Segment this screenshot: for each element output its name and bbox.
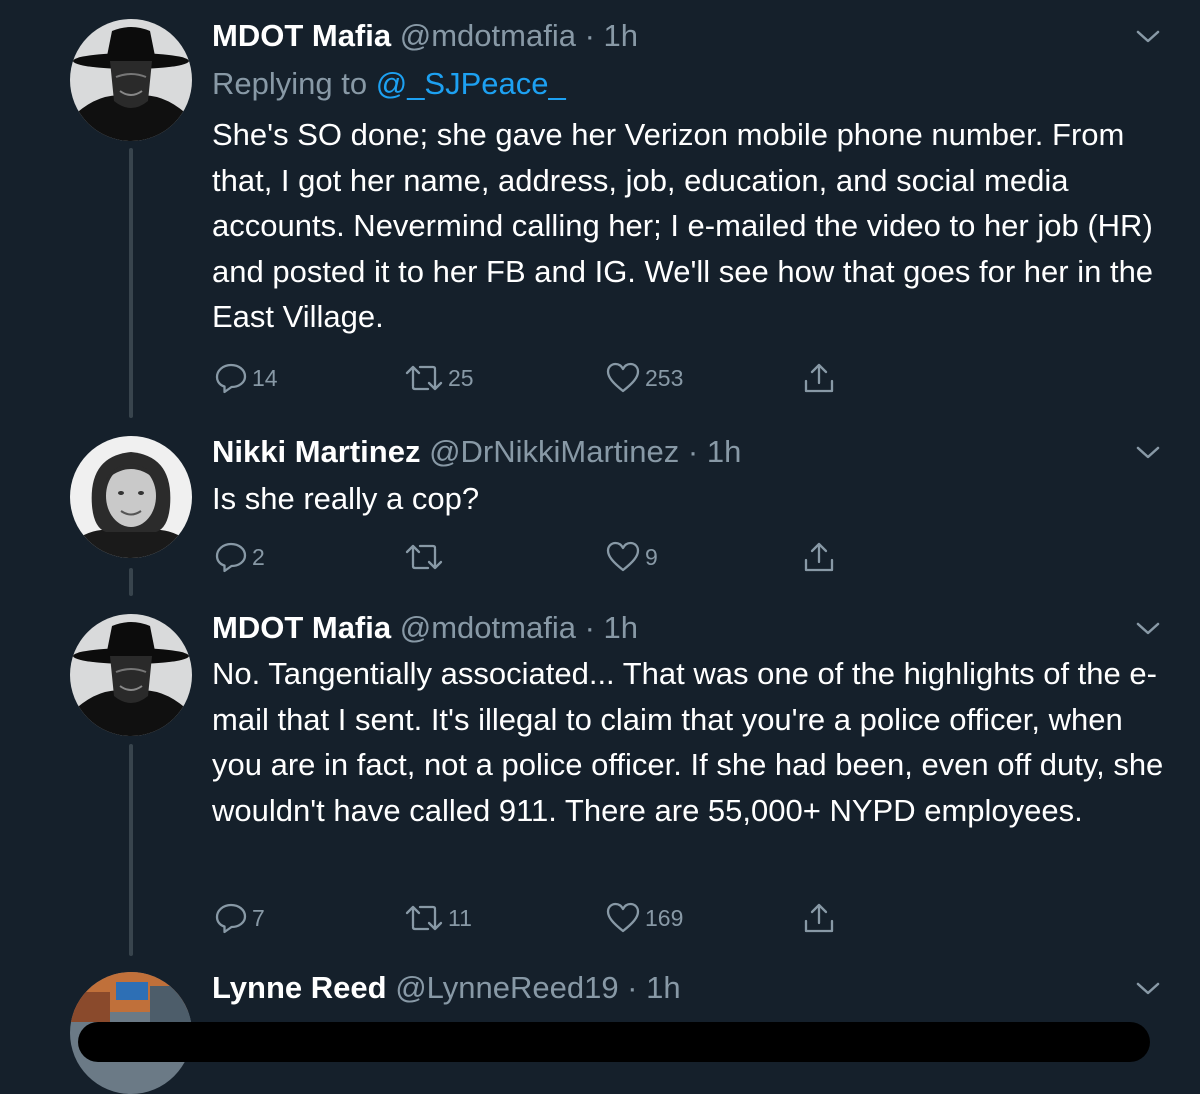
- reply-button[interactable]: 7: [214, 898, 265, 938]
- like-button[interactable]: 169: [605, 898, 683, 938]
- user-handle[interactable]: @LynneReed19: [395, 970, 618, 1005]
- reply-icon: [215, 903, 247, 934]
- timestamp[interactable]: 1h: [707, 434, 741, 469]
- thread-line: [129, 148, 133, 418]
- like-count: 169: [645, 904, 684, 931]
- display-name[interactable]: MDOT Mafia: [212, 18, 391, 53]
- share-button[interactable]: [802, 537, 836, 577]
- share-icon: [804, 363, 834, 393]
- chevron-down-icon[interactable]: [1135, 620, 1161, 638]
- tweet-text: She's SO done; she gave her Verizon mobi…: [212, 117, 1162, 334]
- user-handle[interactable]: @mdotmafia: [400, 610, 576, 645]
- reply-count: 2: [252, 543, 265, 570]
- retweet-count: 11: [448, 904, 472, 931]
- replying-to-link[interactable]: @_SJPeace_: [376, 66, 566, 101]
- like-count: 9: [645, 543, 658, 570]
- tweet-actions: 7 11 169: [212, 898, 852, 938]
- chevron-down-icon[interactable]: [1135, 980, 1161, 998]
- heart-icon: [606, 902, 640, 933]
- retweet-button[interactable]: 11: [404, 898, 472, 938]
- reply-count: 7: [252, 904, 265, 931]
- retweet-button[interactable]: 25: [404, 358, 474, 398]
- user-handle[interactable]: @mdotmafia: [400, 18, 576, 53]
- retweet-icon: [405, 365, 443, 391]
- heart-icon: [606, 541, 640, 572]
- retweet-count: 25: [448, 364, 474, 391]
- thread-line: [129, 568, 133, 596]
- tweet-header: Lynne Reed @LynneReed19 · 1h: [212, 968, 681, 1008]
- timestamp[interactable]: 1h: [646, 970, 680, 1005]
- share-icon: [804, 903, 834, 933]
- timestamp[interactable]: 1h: [604, 18, 638, 53]
- retweet-button[interactable]: [404, 537, 448, 577]
- like-count: 253: [645, 364, 684, 391]
- replying-to: Replying to @_SJPeace_: [212, 64, 566, 104]
- like-button[interactable]: 9: [605, 537, 658, 577]
- tweet-header: MDOT Mafia @mdotmafia · 1h: [212, 608, 638, 648]
- display-name[interactable]: Lynne Reed: [212, 970, 387, 1005]
- masked-figure-avatar[interactable]: [70, 19, 192, 141]
- chevron-down-icon[interactable]: [1135, 444, 1161, 462]
- display-name[interactable]: Nikki Martinez: [212, 434, 420, 469]
- retweet-icon: [405, 905, 443, 931]
- reply-count: 14: [252, 364, 278, 391]
- share-icon: [804, 542, 834, 572]
- display-name[interactable]: MDOT Mafia: [212, 610, 391, 645]
- woman-portrait-avatar[interactable]: [70, 436, 192, 558]
- reply-button[interactable]: 2: [214, 537, 265, 577]
- share-button[interactable]: [802, 358, 836, 398]
- timestamp[interactable]: 1h: [604, 610, 638, 645]
- masked-figure-avatar[interactable]: [70, 614, 192, 736]
- reply-icon: [215, 363, 247, 394]
- tweet-actions: 14 25 253: [212, 358, 852, 398]
- heart-icon: [606, 362, 640, 393]
- share-button[interactable]: [802, 898, 836, 938]
- tweet-text: Is she really a cop?: [212, 481, 480, 516]
- reply-composer-bar[interactable]: [78, 1022, 1150, 1062]
- separator: ·: [679, 434, 707, 469]
- separator: ·: [618, 970, 647, 1005]
- chevron-down-icon[interactable]: [1135, 28, 1161, 46]
- retweet-icon: [405, 544, 443, 570]
- reply-icon: [215, 542, 247, 573]
- separator: ·: [575, 610, 604, 645]
- tweet-header: Nikki Martinez @DrNikkiMartinez · 1h: [212, 432, 741, 472]
- like-button[interactable]: 253: [605, 358, 683, 398]
- thread-line: [129, 744, 133, 956]
- tweet-header: MDOT Mafia @mdotmafia · 1h: [212, 16, 638, 56]
- replying-to-label: Replying to: [212, 66, 368, 101]
- reply-button[interactable]: 14: [214, 358, 278, 398]
- user-handle[interactable]: @DrNikkiMartinez: [429, 434, 679, 469]
- tweet-actions: 2 9: [212, 537, 852, 577]
- tweet-text: No. Tangentially associated... That was …: [212, 656, 1172, 828]
- separator: ·: [575, 18, 604, 53]
